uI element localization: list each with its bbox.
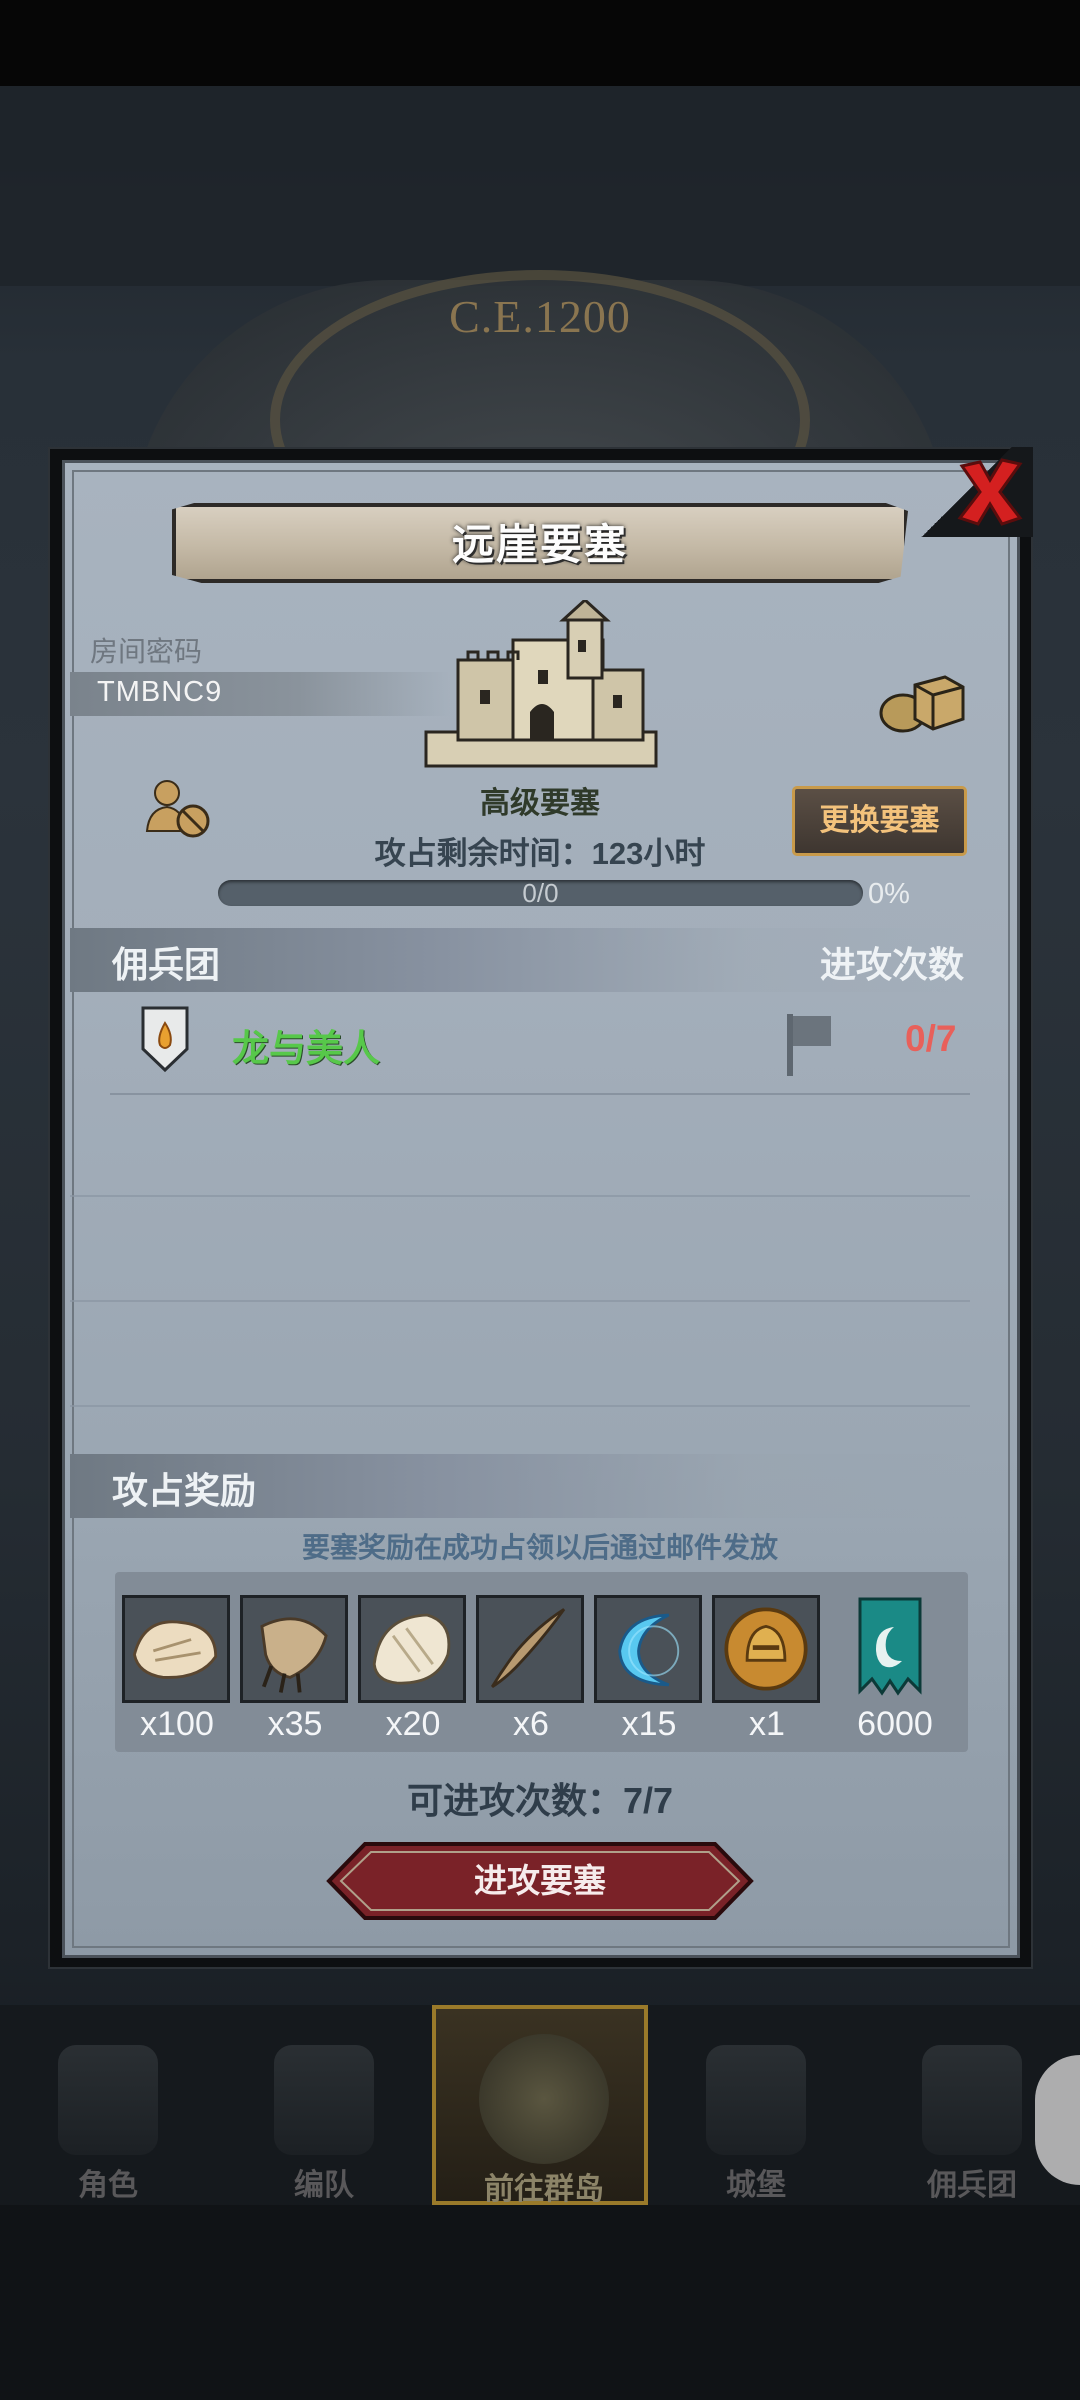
flag-icon	[785, 1010, 835, 1078]
fortress-grade: 高级要塞	[480, 787, 600, 820]
reward-qty: 6000	[857, 1705, 933, 1743]
guild-name: 龙与美人	[232, 1028, 380, 1069]
bottom-background	[0, 2205, 1080, 2400]
castle-icon	[706, 2045, 806, 2155]
status-bar-area	[0, 0, 1080, 86]
row-divider	[70, 1405, 970, 1407]
nav-item-islands[interactable]: 前往群岛	[432, 2005, 648, 2206]
guild-emblem-icon	[140, 1005, 190, 1073]
guild-attack-count: 0/7	[905, 1018, 957, 1059]
change-fortress-label: 更换要塞	[819, 804, 940, 837]
player-blocked-icon[interactable]	[145, 775, 215, 841]
reward-item[interactable]: 6000	[840, 1595, 950, 1744]
capture-progress-percent: 0%	[868, 878, 910, 910]
knight-icon	[58, 2045, 158, 2155]
room-code[interactable]: TMBNC9	[97, 676, 222, 709]
reward-note: 要塞奖励在成功占领以后通过邮件发放	[301, 1532, 778, 1563]
nav-item-castle[interactable]: 城堡	[648, 2005, 864, 2205]
mercenary-header: 佣兵团	[112, 944, 221, 985]
dialog-title: 远崖要塞	[451, 521, 628, 568]
nav-item-formation[interactable]: 编队	[216, 2005, 432, 2205]
background-banner	[0, 86, 1080, 286]
guild-banner-icon	[850, 1595, 930, 1703]
nav-label: 编队	[294, 2169, 354, 2202]
reward-item[interactable]: x20	[358, 1595, 468, 1744]
reward-header: 攻占奖励	[112, 1470, 257, 1511]
close-button[interactable]	[950, 452, 1030, 532]
fur-pelt-icon	[122, 1595, 230, 1703]
reward-item[interactable]: x6	[476, 1595, 586, 1744]
reward-qty: x35	[267, 1705, 323, 1743]
nav-label: 城堡	[726, 2169, 786, 2202]
reward-qty: x100	[140, 1705, 214, 1743]
blue-crescent-icon	[594, 1595, 702, 1703]
banner-icon	[922, 2045, 1022, 2155]
remaining-time: 攻占剩余时间：123小时	[374, 836, 706, 871]
capture-progress-text: 0/0	[522, 878, 559, 908]
horn-icon	[476, 1595, 584, 1703]
fortress-icon	[418, 597, 664, 770]
remaining-attacks: 可进攻次数：7/7	[406, 1780, 674, 1821]
reward-qty: x20	[385, 1705, 441, 1743]
era-label: C.E.1200	[449, 291, 631, 342]
nav-item-character[interactable]: 角色	[0, 2005, 216, 2205]
reward-item[interactable]: x15	[594, 1595, 704, 1744]
reward-qty: x15	[621, 1705, 677, 1743]
attack-count-header: 进攻次数	[820, 944, 965, 985]
supply-crate-icon[interactable]	[875, 665, 965, 735]
row-divider	[70, 1195, 970, 1197]
claw-icon	[240, 1595, 348, 1703]
helmet-icon	[274, 2045, 374, 2155]
reward-item[interactable]: x35	[240, 1595, 350, 1744]
row-divider	[70, 1300, 970, 1302]
reward-item[interactable]: x100	[122, 1595, 232, 1744]
reward-qty: x1	[749, 1705, 785, 1743]
nav-label: 角色	[78, 2169, 138, 2202]
attack-fortress-label: 进攻要塞	[474, 1862, 606, 1899]
knight-helmet-coin-icon	[712, 1595, 820, 1703]
room-code-label: 房间密码	[90, 636, 203, 667]
row-divider	[110, 1093, 970, 1095]
close-icon	[957, 458, 1023, 526]
reward-item[interactable]: x1	[712, 1595, 822, 1744]
white-fur-icon	[358, 1595, 466, 1703]
globe-icon	[479, 2034, 609, 2164]
reward-qty: x6	[513, 1705, 549, 1743]
nav-label: 前往群岛	[484, 2173, 604, 2206]
